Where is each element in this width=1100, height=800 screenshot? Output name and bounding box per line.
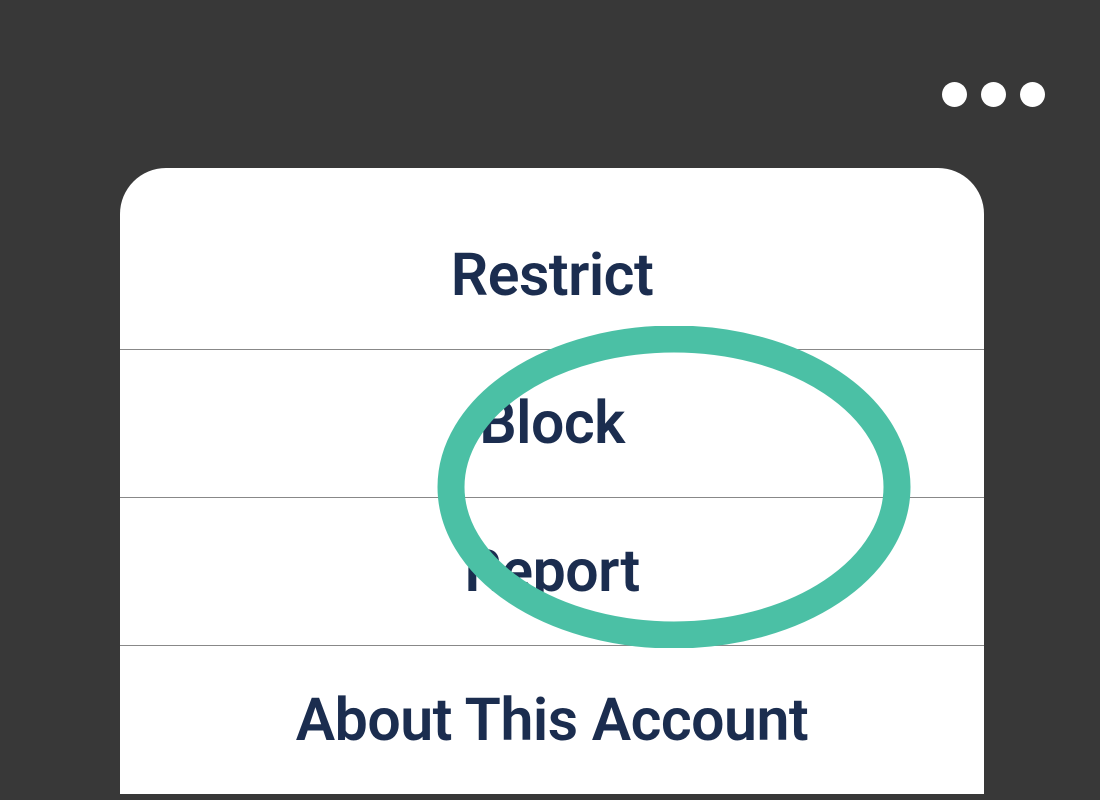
dot-icon (1020, 82, 1045, 107)
menu-item-report[interactable]: Report (120, 498, 984, 646)
menu-item-label: Restrict (451, 241, 654, 310)
menu-item-block[interactable]: Block (120, 350, 984, 498)
more-options-icon[interactable] (942, 82, 1045, 107)
menu-item-label: About This Account (296, 686, 808, 755)
menu-item-label: Block (479, 389, 625, 458)
menu-item-about-account[interactable]: About This Account (120, 646, 984, 794)
menu-item-restrict[interactable]: Restrict (120, 168, 984, 350)
dot-icon (942, 82, 967, 107)
action-sheet-menu: Restrict Block Report About This Account (120, 168, 984, 794)
dot-icon (981, 82, 1006, 107)
menu-item-label: Report (464, 537, 639, 606)
